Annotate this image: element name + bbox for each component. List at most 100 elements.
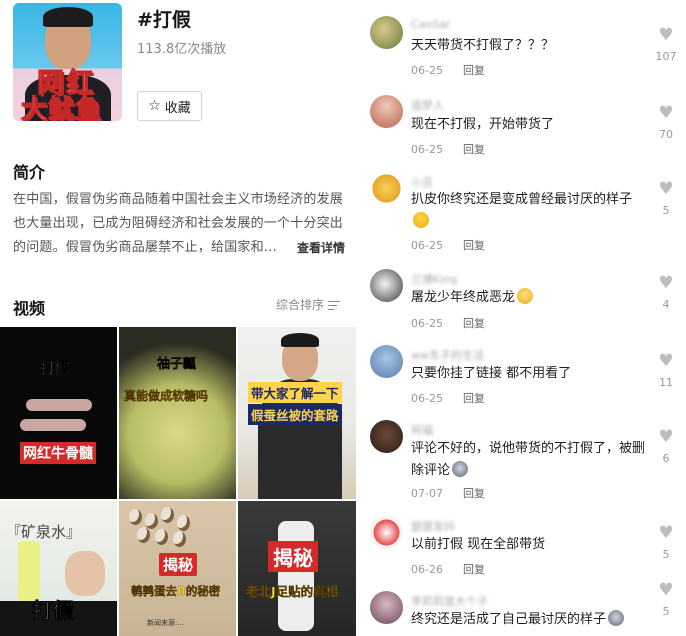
comment-username[interactable]: 兰博King xyxy=(411,271,457,287)
like-button[interactable]: ♥ 5 xyxy=(653,524,679,561)
video-caption-bottom: 真能做成软糖吗 xyxy=(124,389,209,403)
avatar[interactable] xyxy=(370,269,403,302)
comment-username[interactable]: ww东子的生活 xyxy=(411,347,484,363)
comment-text: 终究还是活成了自己最讨厌的样子 xyxy=(411,609,651,631)
comment-username[interactable]: CaoSar xyxy=(411,18,450,31)
avatar[interactable] xyxy=(370,420,403,453)
heart-icon: ♥ xyxy=(658,427,674,447)
comment-date: 06-26 xyxy=(411,563,443,576)
like-button[interactable]: ♥ 6 xyxy=(653,428,679,465)
video-caption-bottom: 老北J足贴的真相 xyxy=(246,584,339,599)
dog-emoji-icon xyxy=(608,610,625,626)
comment-text-content: 终究还是活成了自己最讨厌的样子 xyxy=(411,612,607,627)
egg-illustration xyxy=(161,507,174,523)
like-button[interactable]: ♥ 5 xyxy=(653,180,679,217)
reply-button[interactable]: 回复 xyxy=(463,239,485,252)
reply-button[interactable]: 回复 xyxy=(463,487,485,500)
comment-text: 只要你挂了链接 都不用看了 xyxy=(411,366,572,381)
avatar[interactable] xyxy=(370,591,403,624)
favorite-button-label: 收藏 xyxy=(164,100,191,116)
video-tile[interactable]: 打假 网红牛骨髓 xyxy=(0,327,117,499)
like-button[interactable]: ♥ 5 xyxy=(653,581,679,618)
like-count: 4 xyxy=(662,298,670,311)
topic-cover-image[interactable]: 网红 大鱿鱼 xyxy=(13,3,122,121)
egg-illustration xyxy=(173,531,186,547)
avatar[interactable] xyxy=(370,516,403,549)
comment-username[interactable]: 小丑 xyxy=(411,174,433,190)
comment-date: 07-07 xyxy=(411,487,443,500)
sort-label: 综合排序 xyxy=(276,298,325,312)
heart-icon: ♥ xyxy=(658,523,674,543)
comment-meta: 06-26 回复 xyxy=(411,561,485,577)
avatar[interactable] xyxy=(370,16,403,49)
video-tile[interactable]: 『矿泉水』 打假 xyxy=(0,501,117,636)
comment-username[interactable]: 追梦人 xyxy=(411,97,444,113)
reply-button[interactable]: 回复 xyxy=(463,317,485,330)
like-count: 107 xyxy=(655,50,677,63)
presenter-hair xyxy=(281,333,319,347)
video-tile[interactable]: 柚子瓤 真能做成软糖吗 xyxy=(119,327,236,499)
heart-icon: ♥ xyxy=(658,25,674,45)
reply-button[interactable]: 回复 xyxy=(463,143,485,156)
comment-text: 现在不打假，开始带货了 xyxy=(411,117,555,132)
like-count: 5 xyxy=(662,605,670,618)
videos-heading: 视频 xyxy=(13,299,46,318)
egg-illustration xyxy=(129,509,142,525)
heart-icon: ♥ xyxy=(658,351,674,371)
video-caption-top: 打假 xyxy=(40,359,71,377)
comment-username[interactable]: 阿福 xyxy=(411,422,433,438)
comment-date: 06-25 xyxy=(411,64,443,77)
like-button[interactable]: ♥ 107 xyxy=(653,26,679,63)
comment-meta: 06-25 回复 xyxy=(411,315,485,331)
comment-meta: 06-25 回复 xyxy=(411,390,485,406)
comment-date: 06-25 xyxy=(411,239,443,252)
comment-meta: 06-25 回复 xyxy=(411,141,485,157)
comment-username[interactable]: 李莉莉是大个子 xyxy=(411,593,488,609)
comment-meta: 06-25 回复 xyxy=(411,62,485,78)
comment-date: 06-25 xyxy=(411,392,443,405)
video-caption-top: 柚子瓤 xyxy=(157,357,197,372)
like-button[interactable]: ♥ 4 xyxy=(653,274,679,311)
like-button[interactable]: ♥ 11 xyxy=(653,352,679,389)
play-count: 113.8亿次播放 xyxy=(137,42,227,57)
avatar[interactable] xyxy=(370,95,403,128)
video-tile[interactable]: 揭秘 鹌鹑蛋去B的秘密 新闻来源:... xyxy=(119,501,236,636)
comment-meta: 06-25 回复 xyxy=(411,237,485,253)
like-button[interactable]: ♥ 70 xyxy=(653,104,679,141)
video-tile[interactable]: 带大家了解一下 假蚕丝被的套路 xyxy=(238,327,356,499)
hand-illustration xyxy=(65,551,105,596)
comments-panel: CaoSar 天天带货不打假了？？？ 06-25 回复 ♥ 107 追梦人 现在不打… xyxy=(356,0,686,636)
bone-illustration xyxy=(26,399,92,411)
video-caption-top: 『矿泉水』 xyxy=(6,523,82,541)
video-tile[interactable]: 揭秘 老北J足贴的真相 xyxy=(238,501,356,636)
comment-text-content: 评论不好的，说他带货的不打假了，被删除评论 xyxy=(411,441,646,478)
comment-text: 扒皮你终究还是变成曾经最讨厌的样子 xyxy=(411,189,651,233)
reply-button[interactable]: 回复 xyxy=(463,563,485,576)
like-count: 70 xyxy=(659,128,673,141)
dog-emoji-icon xyxy=(452,461,469,477)
egg-illustration xyxy=(145,513,158,529)
egg-illustration xyxy=(177,515,190,531)
laugh-emoji-icon xyxy=(413,212,429,228)
bone-illustration xyxy=(20,419,86,431)
view-details-link[interactable]: 查看详情 xyxy=(289,236,346,260)
favorite-button[interactable]: ☆ 收藏 xyxy=(137,91,202,121)
reply-button[interactable]: 回复 xyxy=(463,392,485,405)
egg-illustration xyxy=(137,527,150,543)
bottle-illustration xyxy=(18,541,40,601)
cover-figure-hair xyxy=(43,7,93,27)
comment-text: 屠龙少年终成恶龙 xyxy=(411,287,651,309)
heart-icon: ♥ xyxy=(658,580,674,600)
video-caption-top: 带大家了解一下 xyxy=(248,382,342,403)
smirk-emoji-icon xyxy=(517,288,534,304)
comment-date: 06-25 xyxy=(411,143,443,156)
avatar[interactable] xyxy=(370,345,403,378)
video-caption-bottom: 打假 xyxy=(32,599,75,624)
leg-illustration xyxy=(278,521,314,631)
reply-button[interactable]: 回复 xyxy=(463,64,485,77)
video-caption-top: 揭秘 xyxy=(268,541,318,572)
comment-text-content: 屠龙少年终成恶龙 xyxy=(411,290,516,305)
sort-dropdown[interactable]: 综合排序 xyxy=(276,296,341,313)
avatar[interactable] xyxy=(370,172,403,205)
comment-username[interactable]: 瑟瑟发抖 xyxy=(411,518,455,534)
